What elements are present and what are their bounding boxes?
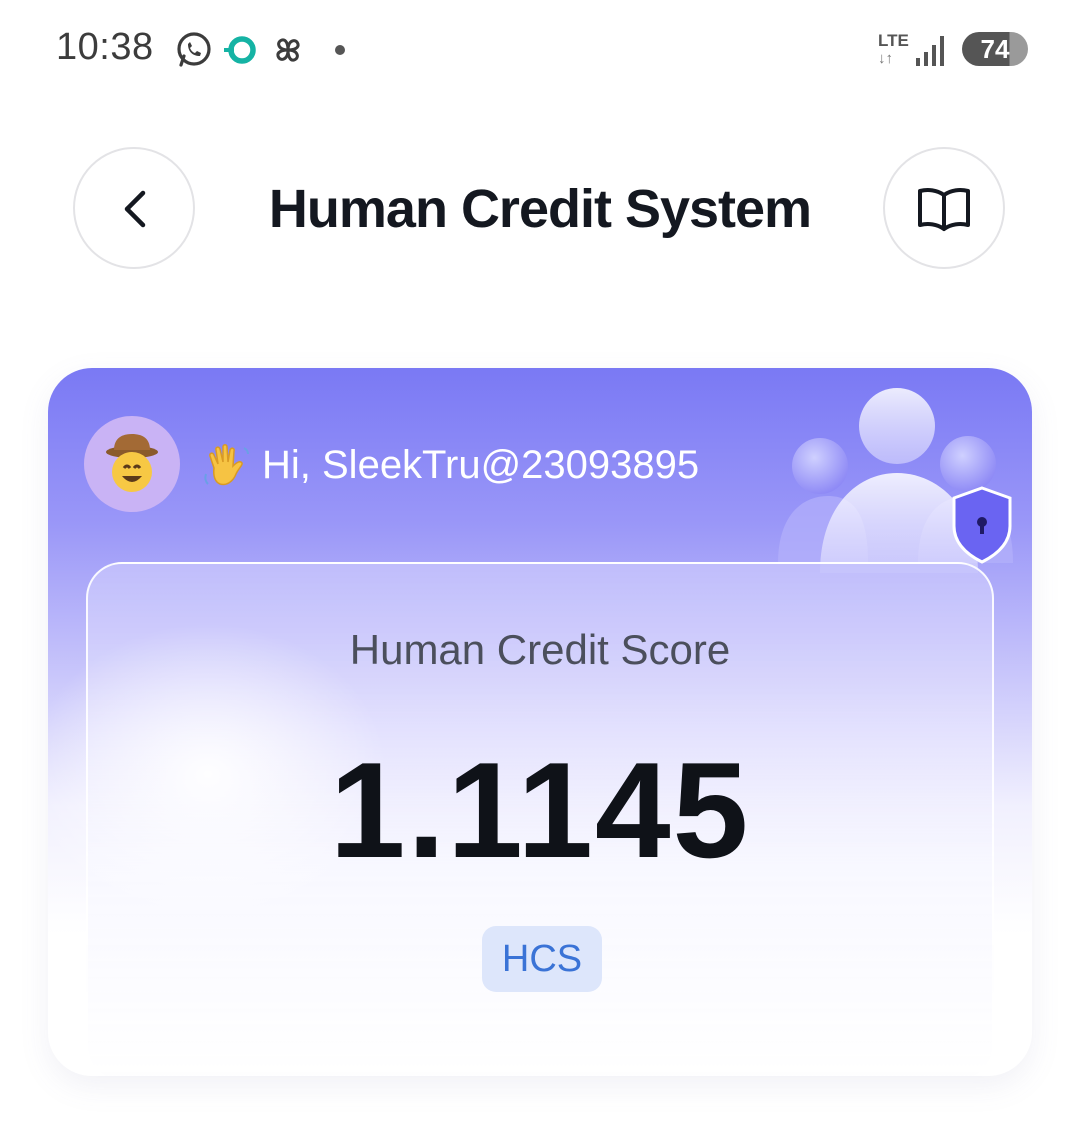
book-icon <box>918 188 970 231</box>
credit-card: Hi, SleekTru@23093895 Human Credit Score… <box>48 368 1032 1076</box>
avatar[interactable] <box>84 416 180 512</box>
pinwheel-icon <box>276 38 300 62</box>
chevron-left-icon <box>124 190 146 228</box>
cowboy-face-icon <box>106 434 158 492</box>
greeting-text: Hi, SleekTru@23093895 <box>262 442 700 487</box>
greeting: Hi, SleekTru@23093895 <box>200 438 699 492</box>
status-bar: 10:38 LTE ↓↑ 74 <box>0 0 1080 100</box>
ring-app-icon <box>224 36 256 64</box>
unit-badge: HCS <box>482 926 602 992</box>
score-value: 1.1145 <box>329 734 751 886</box>
signal-icon <box>916 36 944 66</box>
whatsapp-icon <box>177 32 211 67</box>
waving-hand-icon <box>204 444 249 486</box>
back-button[interactable] <box>73 147 195 269</box>
battery-indicator: 74 <box>962 32 1028 66</box>
notification-dot-icon <box>335 45 345 55</box>
score-label: Human Credit Score <box>349 626 731 673</box>
screen: 10:38 LTE ↓↑ 74 Human Credit System Hi, … <box>0 0 1080 1148</box>
guide-button[interactable] <box>883 147 1005 269</box>
community-shield-illustration <box>778 388 1013 573</box>
lte-label: LTE ↓↑ <box>878 31 909 68</box>
score-panel: Human Credit Score 1.1145 HCS <box>48 562 994 1076</box>
status-time: 10:38 <box>56 26 154 68</box>
page-title: Human Credit System <box>268 179 812 239</box>
